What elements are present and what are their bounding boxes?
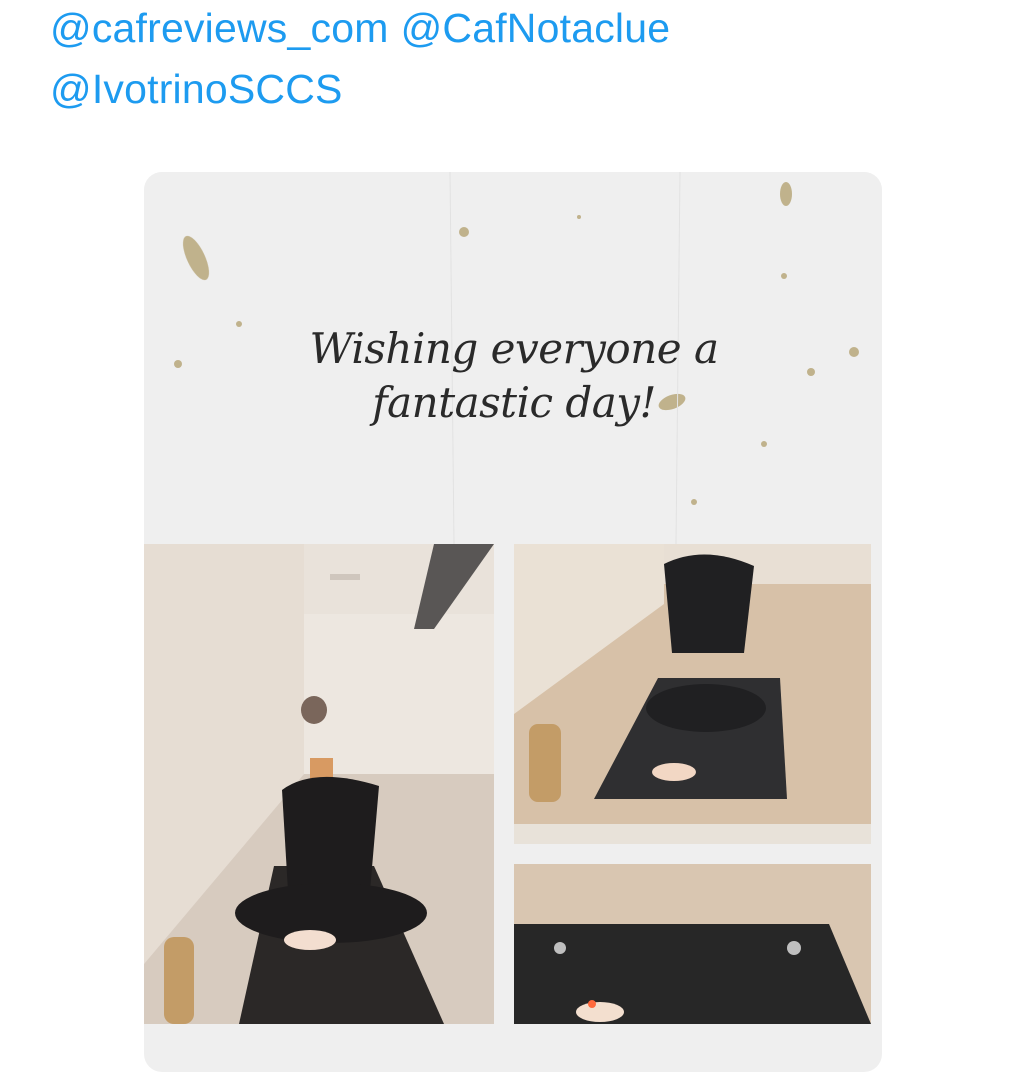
caption-line-2: fantastic day! bbox=[372, 378, 656, 427]
mention-link-cafnotaclue[interactable]: @CafNotaclue bbox=[401, 5, 671, 51]
mention-row-1: @cafreviews_com @CafNotaclue bbox=[50, 0, 682, 59]
seated-yoga-illustration bbox=[144, 544, 494, 1024]
yoga-photo-crosslegged bbox=[514, 544, 871, 844]
caption-line-1: Wishing everyone a bbox=[309, 324, 719, 373]
card-caption: Wishing everyone a fantastic day! bbox=[294, 322, 734, 430]
paper-background: Wishing everyone a fantastic day! bbox=[144, 172, 882, 544]
mention-row-2: @IvotrinoSCCS bbox=[50, 59, 682, 120]
yoga-photo-seated bbox=[144, 544, 494, 1024]
tweet-media-card[interactable]: Wishing everyone a fantastic day! bbox=[144, 172, 882, 1072]
tweet-text: @cafreviews_com @CafNotaclue @IvotrinoSCC… bbox=[50, 0, 682, 120]
mention-link-cafreviews[interactable]: @cafreviews_com bbox=[50, 5, 389, 51]
yoga-photo-mat-closeup bbox=[514, 864, 871, 1024]
mention-link-ivotrinosccs[interactable]: @IvotrinoSCCS bbox=[50, 66, 343, 112]
crosslegged-yoga-illustration bbox=[514, 544, 871, 844]
mat-closeup-illustration bbox=[514, 864, 871, 1024]
